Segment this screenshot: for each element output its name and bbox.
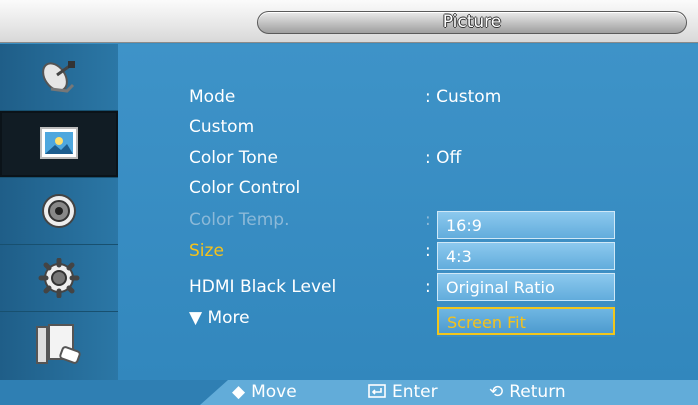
footer-move: ◆ Move (232, 380, 297, 405)
dropdown-option-16-9[interactable]: 16:9 (437, 211, 615, 239)
sidebar-item-picture[interactable] (0, 111, 118, 178)
menu-value-color-tone: : Off (425, 148, 462, 168)
gear-icon (38, 258, 80, 298)
enter-icon (368, 380, 386, 405)
tv-osd-screen: Picture Mode: Custom Custom Color Tone … (0, 0, 698, 405)
menu-value-color-temp: : (425, 210, 431, 230)
size-dropdown: 16:9 4:3 Original Ratio Screen Fit (437, 210, 615, 337)
menu-item-size[interactable]: Size (189, 236, 224, 266)
menu-item-more[interactable]: ▼ More (189, 303, 250, 333)
dropdown-option-original-ratio[interactable]: Original Ratio (437, 273, 615, 301)
sidebar-item-multi-control[interactable] (0, 312, 118, 378)
return-icon: ⟲ (489, 382, 504, 402)
dropdown-option-screen-fit[interactable]: Screen Fit (437, 307, 615, 335)
satellite-dish-icon (42, 61, 75, 93)
picture-icon (40, 127, 78, 159)
menu-item-color-tone[interactable]: Color Tone (189, 143, 278, 173)
footer-return-label: Return (509, 382, 566, 402)
footer-enter-label: Enter (392, 382, 438, 402)
menu-value-mode: : Custom (425, 87, 502, 107)
up-down-arrow-icon: ◆ (232, 382, 246, 402)
menu-item-custom[interactable]: Custom (189, 112, 254, 142)
menu-value-hdmi-black-level: : (425, 277, 431, 297)
footer-return: ⟲ Return (489, 380, 566, 405)
menu-item-color-control[interactable]: Color Control (189, 173, 300, 203)
sidebar (0, 44, 118, 380)
speaker-icon (42, 194, 76, 228)
menu-item-hdmi-black-level[interactable]: HDMI Black Level (189, 272, 336, 302)
header-bar: Picture (0, 0, 698, 43)
display-remote-icon (36, 324, 81, 364)
footer-enter: Enter (368, 380, 438, 405)
menu-item-color-temp: Color Temp. (189, 210, 290, 230)
footer-move-label: Move (251, 382, 297, 402)
sidebar-item-channel[interactable] (0, 44, 118, 111)
menu-item-mode[interactable]: Mode (189, 82, 235, 112)
sidebar-item-setup[interactable] (0, 245, 118, 312)
dropdown-option-4-3[interactable]: 4:3 (437, 242, 615, 270)
footer-bar: ◆ Move Enter ⟲ Return (0, 380, 698, 405)
page-title: Picture (257, 11, 687, 34)
sidebar-item-sound[interactable] (0, 178, 118, 245)
menu-value-size: : (425, 241, 431, 261)
